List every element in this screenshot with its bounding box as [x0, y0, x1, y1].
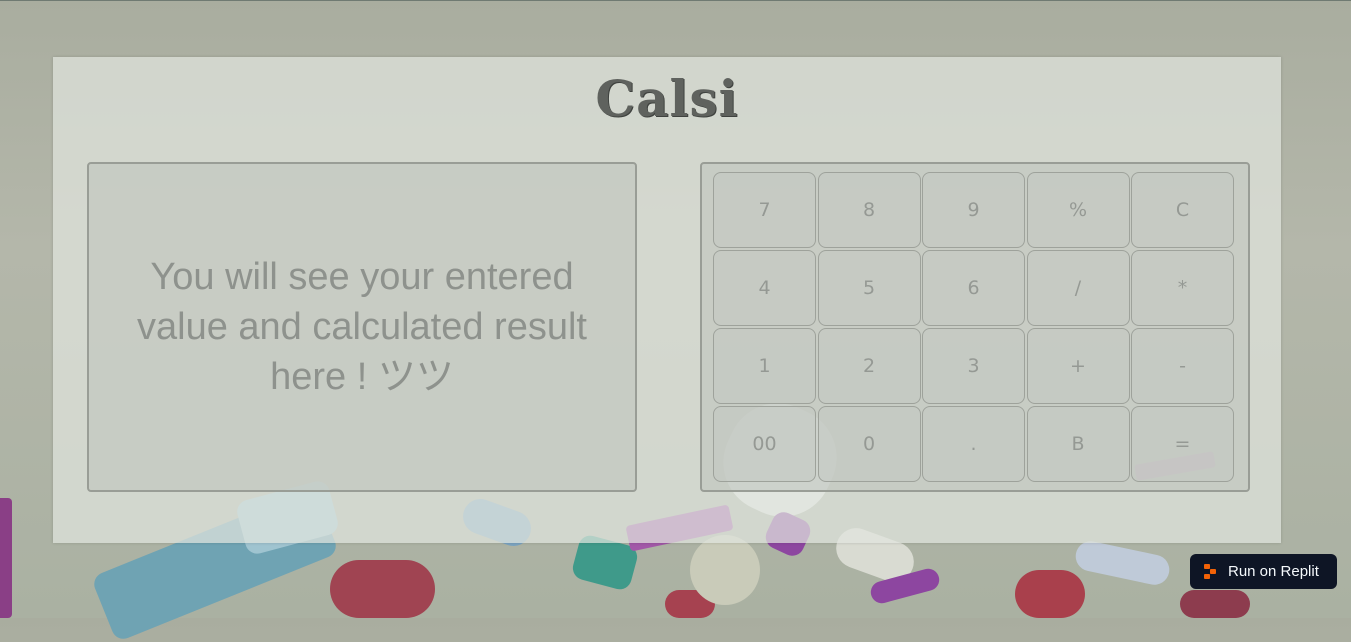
keypad: 7 8 9% C 4 5 6/* 1 2 3 + - 00 0. B = [700, 162, 1250, 492]
key-equals-button[interactable]: = [1131, 406, 1234, 482]
key-6-button[interactable]: 6 [922, 250, 1025, 326]
calculator-display: You will see your entered value and calc… [87, 162, 637, 492]
key-0-button[interactable]: 0 [817, 406, 921, 482]
key-2-button[interactable]: 2 [817, 328, 921, 404]
run-on-replit-button[interactable]: Run on Replit [1190, 554, 1337, 589]
top-border [0, 0, 1351, 1]
key-multiply-button[interactable]: * [1131, 250, 1234, 326]
key-9-button[interactable]: 9 [922, 172, 1025, 248]
key-decimal-button[interactable]: . [922, 406, 1025, 482]
replit-logo-icon [1204, 563, 1218, 580]
display-placeholder: You will see your entered value and calc… [137, 256, 587, 398]
key-1-button[interactable]: 1 [713, 328, 816, 404]
run-on-replit-label: Run on Replit [1228, 563, 1319, 580]
keypad-grid: 7 8 9% C 4 5 6/* 1 2 3 + - 00 0. B = [713, 172, 1234, 482]
key-plus-button[interactable]: + [1026, 328, 1130, 404]
key-4-button[interactable]: 4 [713, 250, 816, 326]
key-divide-button[interactable]: / [1026, 250, 1130, 326]
key-5-button[interactable]: 5 [817, 250, 921, 326]
calculator-card: Calsi You will see your entered value an… [53, 57, 1281, 543]
key-3-button[interactable]: 3 [922, 328, 1025, 404]
key-8-button[interactable]: 8 [817, 172, 921, 248]
key-7-button[interactable]: 7 [713, 172, 816, 248]
key-double-zero-button[interactable]: 00 [713, 406, 816, 482]
key-minus-button[interactable]: - [1131, 328, 1234, 404]
key-percent-button[interactable]: % [1026, 172, 1130, 248]
key-backspace-button[interactable]: B [1026, 406, 1130, 482]
key-clear-button[interactable]: C [1131, 172, 1234, 248]
app-logo: Calsi [595, 69, 739, 128]
